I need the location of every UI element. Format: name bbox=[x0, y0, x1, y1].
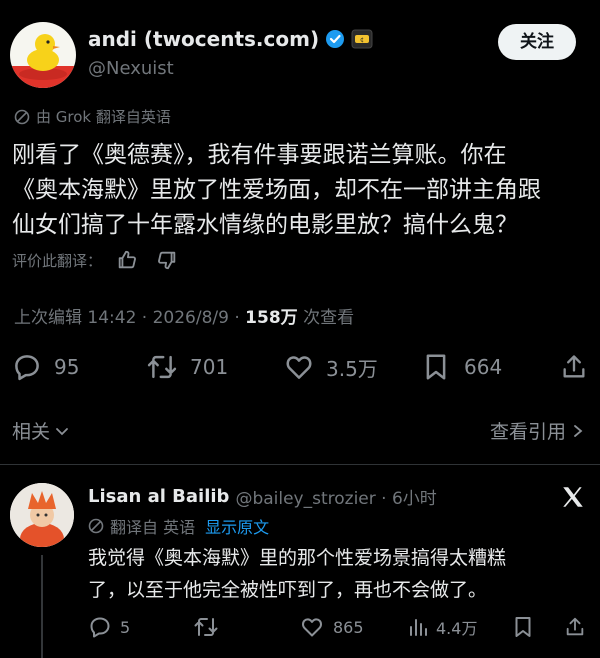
reply-icon bbox=[88, 615, 112, 639]
x-logo-icon[interactable] bbox=[559, 484, 587, 510]
retweet-action[interactable]: 701 bbox=[146, 352, 228, 382]
related-dropdown[interactable]: 相关 bbox=[12, 417, 70, 444]
tweet-text: 刚看了《奥德赛》，我有件事要跟诺兰算账。你在 《奥本海默》里放了性爱场面，却不在… bbox=[12, 138, 541, 243]
reply-author-name[interactable]: Lisan al Bailib bbox=[88, 486, 229, 507]
grok-slash-icon bbox=[14, 109, 30, 125]
thumbs-up-icon[interactable] bbox=[116, 249, 138, 271]
bookmark-count: 664 bbox=[464, 355, 503, 379]
like-icon bbox=[284, 352, 314, 382]
divider bbox=[0, 464, 600, 465]
thread-line bbox=[41, 555, 43, 658]
like-icon bbox=[299, 615, 325, 639]
retweet-icon bbox=[146, 352, 178, 382]
chevron-down-icon bbox=[54, 423, 70, 439]
verified-badge-icon bbox=[325, 29, 345, 49]
chevron-right-icon bbox=[572, 423, 584, 439]
related-label: 相关 bbox=[12, 421, 51, 443]
show-original-link[interactable]: 显示原文 bbox=[205, 514, 269, 538]
bookmark-action[interactable]: 664 bbox=[422, 352, 502, 382]
bookmark-icon bbox=[422, 352, 450, 382]
view-quotes-label: 查看引用 bbox=[489, 421, 566, 443]
share-icon[interactable] bbox=[564, 615, 586, 639]
retweet-icon[interactable] bbox=[193, 615, 219, 639]
bookmark-icon[interactable] bbox=[512, 615, 534, 639]
follow-button[interactable]: 关注 bbox=[498, 24, 576, 60]
reply-translation-note: 翻译自 英语 bbox=[110, 518, 196, 537]
reply-like-action[interactable]: 865 bbox=[299, 615, 364, 639]
like-action[interactable]: 3.5万 bbox=[284, 352, 378, 382]
reply-action[interactable]: 95 bbox=[12, 352, 79, 382]
reply-views-action[interactable]: 4.4万 bbox=[406, 615, 477, 639]
main-avatar[interactable] bbox=[10, 22, 76, 88]
reply-like-count: 865 bbox=[333, 617, 364, 637]
reply-avatar[interactable] bbox=[10, 483, 74, 547]
reply-text-line: 我觉得《奥本海默》里的那个性爱场景搞得太糟糕 bbox=[88, 547, 507, 569]
tweet-text-line: 刚看了《奥德赛》，我有件事要跟诺兰算账。你在 bbox=[12, 142, 507, 168]
reply-count: 95 bbox=[54, 355, 80, 379]
reply-text: 我觉得《奥本海默》里的那个性爱场景搞得太糟糕 了，以至于他完全被性吓到了，再也不… bbox=[88, 542, 506, 606]
tweet-text-line: 《奥本海默》里放了性爱场面，却不在一部讲主角跟 bbox=[12, 177, 541, 203]
thumbs-down-icon[interactable] bbox=[156, 249, 178, 271]
reply-views-count: 4.4万 bbox=[436, 619, 478, 638]
tweet-text-line: 仙女们搞了十年露水情缘的电影里放？搞什么鬼？ bbox=[12, 212, 518, 238]
rate-translation-label: 评价此翻译： bbox=[12, 251, 103, 270]
translation-note[interactable]: 由 Grok 翻译自英语 bbox=[36, 106, 171, 127]
share-icon[interactable] bbox=[560, 352, 588, 382]
edited-timestamp[interactable]: 上次编辑 14:42 · 2026/8/9 · bbox=[14, 303, 245, 328]
like-count: 3.5万 bbox=[326, 356, 378, 381]
reply-handle-time[interactable]: @bailey_strozier · 6小时 bbox=[235, 484, 436, 509]
view-quotes-link[interactable]: 查看引用 bbox=[490, 417, 584, 444]
retweet-count: 701 bbox=[190, 355, 229, 379]
views-icon bbox=[406, 615, 430, 639]
reply-reply-count: 5 bbox=[120, 617, 131, 637]
views-label: 次查看 bbox=[297, 308, 355, 328]
grok-slash-icon bbox=[88, 518, 104, 534]
views-count: 158万 bbox=[245, 308, 298, 328]
reply-text-line: 了，以至于他完全被性吓到了，再也不会做了。 bbox=[88, 579, 488, 601]
affiliate-badge-icon[interactable]: ¢ bbox=[351, 29, 373, 49]
main-handle[interactable]: @Nexuist bbox=[88, 58, 174, 79]
reply-reply-action[interactable]: 5 bbox=[88, 615, 130, 639]
reply-icon bbox=[12, 352, 42, 382]
svg-text:¢: ¢ bbox=[360, 37, 364, 44]
main-author-name[interactable]: andi (twocents.com) bbox=[88, 27, 319, 51]
